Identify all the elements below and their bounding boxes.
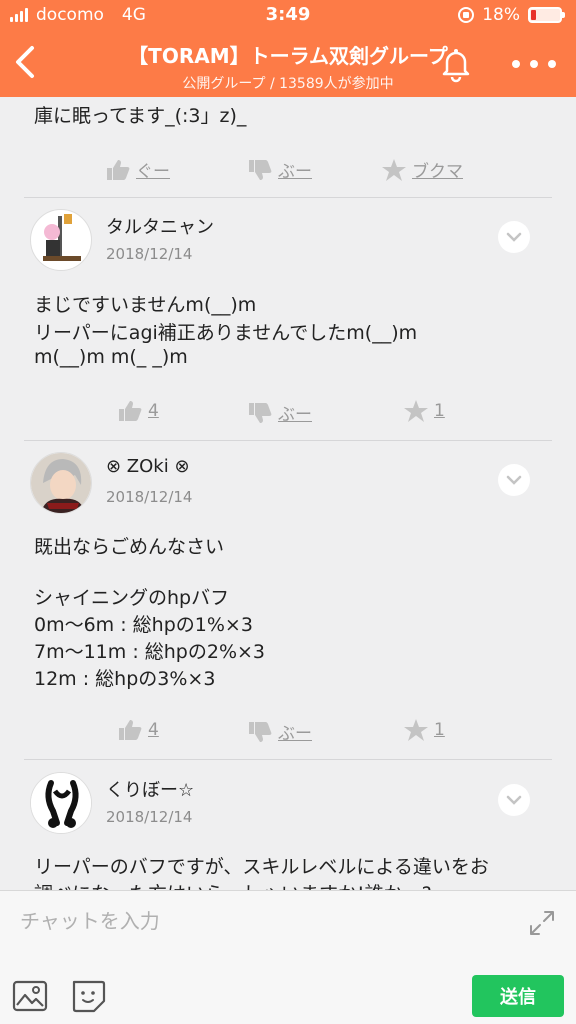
expand-button[interactable] (526, 907, 558, 939)
group-header: 【TORAM】トーラム双剣グループ 公開グループ / 13589人が参加中 (0, 30, 576, 97)
image-button[interactable] (12, 979, 48, 1013)
send-button[interactable]: 送信 (472, 975, 564, 1017)
star-icon (404, 719, 428, 741)
message-line: m(__)m m(_ _)m (34, 346, 188, 368)
bookmark-button[interactable]: 1 (404, 719, 445, 741)
divider (24, 440, 552, 441)
post-date: 2018/12/14 (106, 245, 193, 263)
message-line: リーパーにagi補正ありませんでしたm(__)m (34, 322, 418, 344)
notification-button[interactable] (436, 44, 476, 84)
bookmark-button[interactable]: ブクマ (382, 157, 463, 182)
username: くりぼー☆ (106, 780, 195, 801)
avatar[interactable] (30, 209, 92, 271)
thumbs-down-icon (249, 721, 272, 742)
post-date: 2018/12/14 (106, 488, 193, 506)
avatar[interactable] (30, 772, 92, 834)
dislike-button[interactable]: ぶー (248, 400, 312, 425)
more-menu-button[interactable] (512, 52, 556, 76)
post-header: ⊗ ZOki ⊗ 2018/12/14 (0, 452, 576, 522)
star-icon (382, 158, 406, 181)
dot-icon (512, 60, 520, 68)
message-line: 12m : 総hpの3%×3 (34, 668, 216, 690)
star-icon (404, 400, 428, 422)
message-line: 調べになった方はいらっしゃいますか!誰か〜? (34, 879, 432, 890)
message-line: 7m〜11m : 総hpの2%×3 (34, 641, 266, 663)
post-header: くりぼー☆ 2018/12/14 (0, 772, 576, 842)
rotation-lock-icon (458, 7, 475, 23)
divider (24, 759, 552, 760)
chat-input-bar: チャットを入力 送信 (0, 890, 576, 1024)
image-icon (12, 980, 48, 1012)
message-line: まじですいませんm(__)m (34, 294, 257, 316)
thumbs-up-icon (107, 159, 130, 180)
dot-icon (530, 60, 538, 68)
bookmark-button[interactable]: 1 (404, 400, 445, 422)
sticker-icon (72, 980, 106, 1013)
battery-percent: 18% (482, 5, 520, 25)
status-bar: docomo 4G 3:49 18% (0, 0, 576, 30)
chevron-down-icon (506, 475, 522, 485)
sticker-button[interactable] (70, 979, 106, 1013)
post-header: タルタニャン 2018/12/14 (0, 209, 576, 279)
thumbs-up-icon (119, 720, 142, 740)
dot-icon (548, 60, 556, 68)
message-fragment: 庫に眠ってます_(:3」z)_ (34, 105, 247, 127)
message-line: 既出ならごめんなさい (34, 536, 225, 558)
like-button[interactable]: 4 (118, 400, 159, 422)
reaction-bar: 4 ぶー 1 (0, 711, 576, 751)
chat-feed[interactable]: 庫に眠ってます_(:3」z)_ ぐー ぶー ブクマ タルタニャン 2018/12… (0, 97, 576, 890)
dislike-button[interactable]: ぶー (248, 157, 312, 182)
divider (24, 197, 552, 198)
dislike-button[interactable]: ぶー (248, 719, 312, 744)
username: タルタニャン (106, 217, 214, 238)
post-options-button[interactable] (498, 784, 530, 816)
chevron-left-icon (16, 46, 34, 78)
like-button[interactable]: 4 (118, 719, 159, 741)
thumbs-down-icon (249, 159, 272, 180)
chevron-down-icon (506, 232, 522, 242)
post-options-button[interactable] (498, 464, 530, 496)
post-date: 2018/12/14 (106, 808, 193, 826)
top-bar: docomo 4G 3:49 18% 【TORAM】トーラム双剣グループ 公開グ… (0, 0, 576, 97)
avatar[interactable] (30, 452, 92, 514)
thumbs-down-icon (249, 402, 272, 423)
message-line: 0m〜6m : 総hpの1%×3 (34, 614, 253, 636)
reaction-bar: ぐー ぶー ブクマ (0, 149, 576, 189)
message-line: シャイニングのhpバフ (34, 587, 230, 609)
like-button[interactable]: ぐー (106, 157, 170, 182)
chat-input[interactable]: チャットを入力 (20, 905, 160, 934)
reaction-bar: 4 ぶー 1 (0, 392, 576, 432)
thumbs-up-icon (119, 401, 142, 421)
expand-icon (530, 911, 554, 935)
message-line: リーパーのバフですが、スキルレベルによる違いをお (34, 856, 489, 878)
battery-icon (528, 7, 565, 23)
username: ⊗ ZOki ⊗ (106, 456, 190, 477)
back-button[interactable] (10, 42, 42, 82)
post-options-button[interactable] (498, 221, 530, 253)
chevron-down-icon (506, 795, 522, 805)
bell-icon (442, 49, 470, 83)
